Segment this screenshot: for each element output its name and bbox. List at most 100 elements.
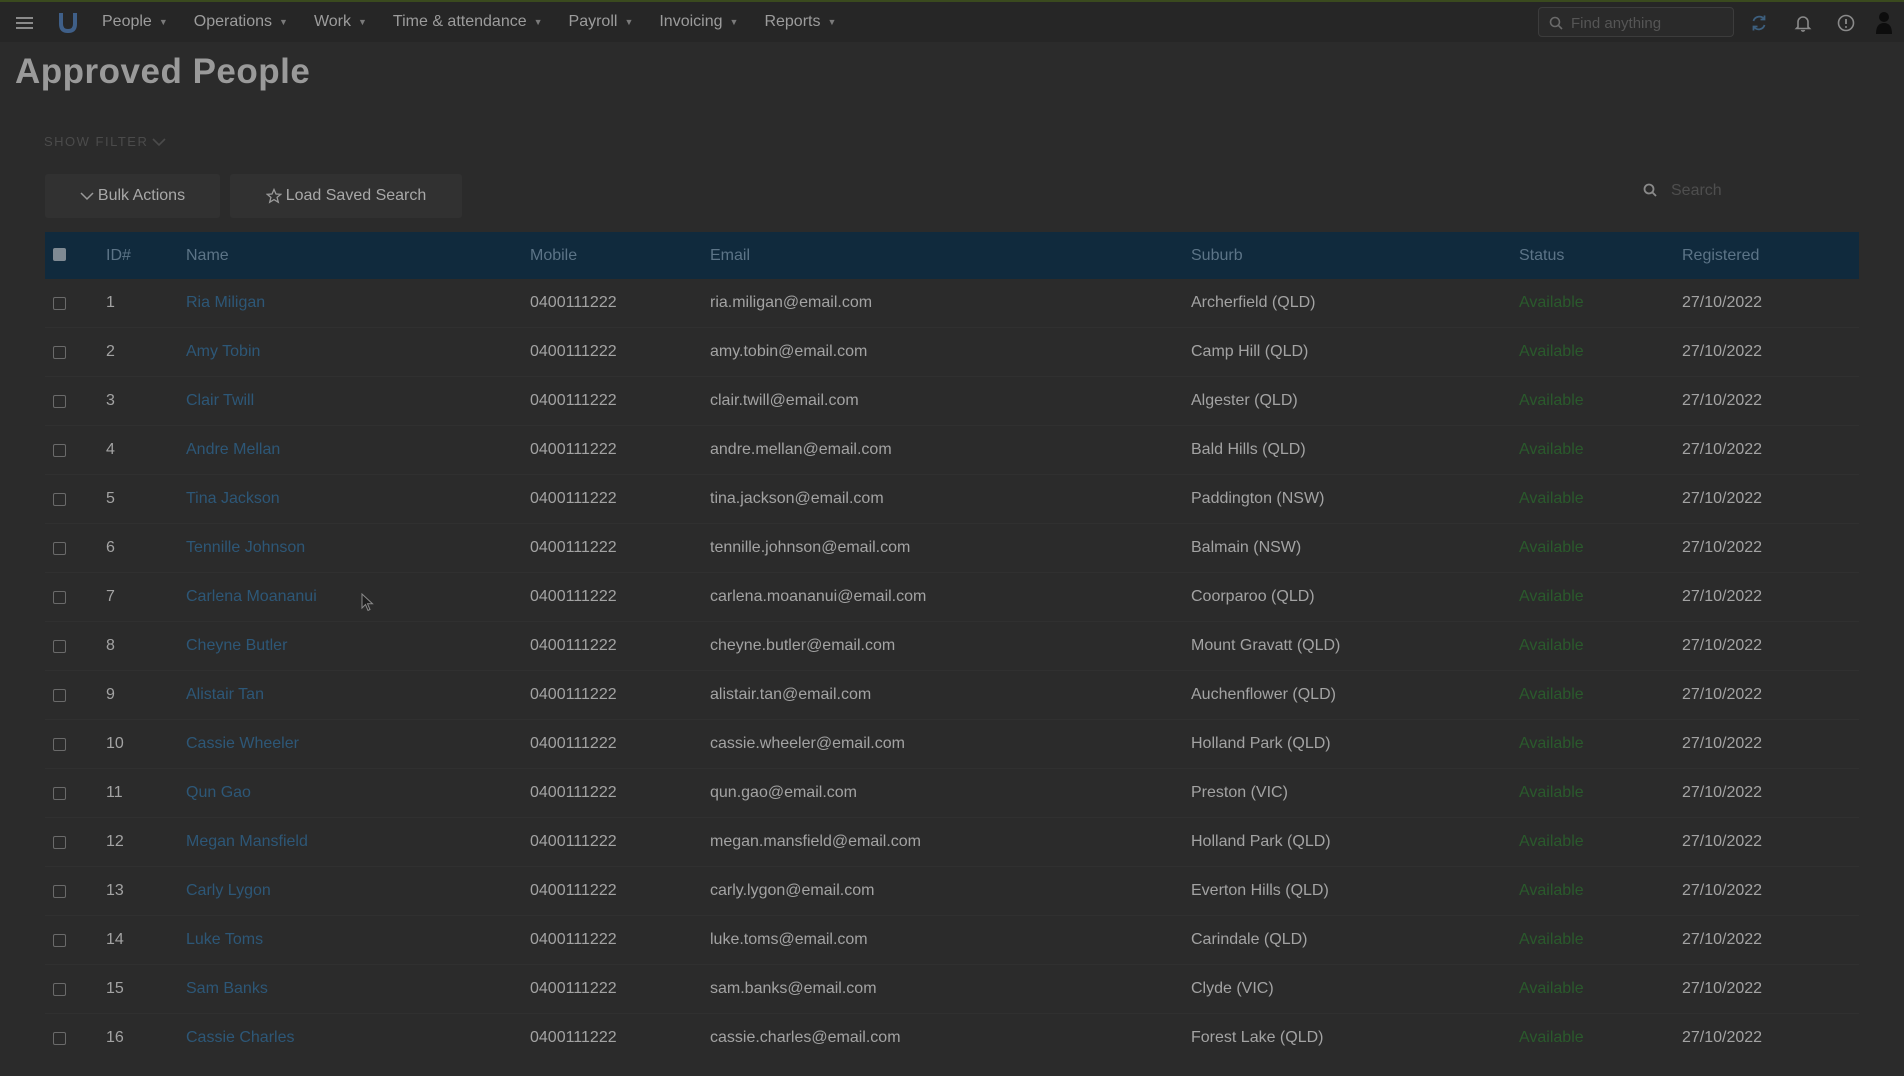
row-email: andre.mellan@email.com bbox=[710, 441, 892, 458]
user-icon[interactable] bbox=[1874, 10, 1894, 36]
table-row[interactable]: 13 Carly Lygon 0400111222 carly.lygon@email… bbox=[45, 867, 1859, 916]
row-id: 12 bbox=[106, 833, 124, 850]
nav-payroll[interactable]: Payroll ▼ bbox=[569, 13, 634, 31]
table-row[interactable]: 15 Sam Banks 0400111222 sam.banks@email.com… bbox=[45, 965, 1859, 1014]
row-id: 1 bbox=[106, 294, 115, 311]
row-checkbox[interactable] bbox=[53, 738, 66, 751]
person-name-link[interactable]: Andre Mellan bbox=[186, 426, 280, 474]
column-header-suburb[interactable]: Suburb bbox=[1191, 232, 1243, 279]
row-mobile: 0400111222 bbox=[530, 637, 617, 654]
table-row[interactable]: 6 Tennille Johnson 0400111222 tennille.john… bbox=[45, 524, 1859, 573]
show-filter-toggle[interactable]: SHOW FILTER bbox=[44, 134, 166, 149]
row-checkbox[interactable] bbox=[53, 395, 66, 408]
table-row[interactable]: 8 Cheyne Butler 0400111222 cheyne.butler@em… bbox=[45, 622, 1859, 671]
global-search-input[interactable] bbox=[1569, 11, 1733, 35]
chevron-down-icon bbox=[152, 137, 166, 146]
row-checkbox[interactable] bbox=[53, 689, 66, 702]
column-header-registered[interactable]: Registered bbox=[1682, 232, 1759, 279]
person-name-link[interactable]: Tina Jackson bbox=[186, 475, 280, 523]
row-checkbox[interactable] bbox=[53, 297, 66, 310]
row-suburb: Auchenflower (QLD) bbox=[1191, 686, 1336, 703]
row-suburb: Holland Park (QLD) bbox=[1191, 833, 1331, 850]
status-badge: Available bbox=[1519, 1029, 1584, 1046]
row-checkbox[interactable] bbox=[53, 444, 66, 457]
row-checkbox[interactable] bbox=[53, 640, 66, 653]
table-row[interactable]: 4 Andre Mellan 0400111222 andre.mellan@emai… bbox=[45, 426, 1859, 475]
nav-label: Payroll bbox=[568, 13, 618, 30]
nav-reports[interactable]: Reports ▼ bbox=[764, 13, 836, 31]
row-id: 8 bbox=[106, 637, 115, 654]
table-row[interactable]: 9 Alistair Tan 0400111222 alistair.tan@emai… bbox=[45, 671, 1859, 720]
column-header-mobile[interactable]: Mobile bbox=[530, 232, 577, 279]
person-name-link[interactable]: Alistair Tan bbox=[186, 671, 264, 719]
table-body: 1 Ria Miligan 0400111222 ria.miligan@email.… bbox=[45, 279, 1859, 1063]
table-row[interactable]: 16 Cassie Charles 0400111222 cassie.charles… bbox=[45, 1014, 1859, 1063]
help-icon[interactable] bbox=[1836, 13, 1856, 33]
person-name-link[interactable]: Sam Banks bbox=[186, 965, 268, 1013]
person-name-link[interactable]: Amy Tobin bbox=[186, 328, 260, 376]
row-suburb: Bald Hills (QLD) bbox=[1191, 441, 1306, 458]
table-search-input[interactable] bbox=[1669, 178, 1853, 204]
column-header-id[interactable]: ID# bbox=[106, 232, 131, 279]
row-checkbox[interactable] bbox=[53, 836, 66, 849]
person-name-link[interactable]: Clair Twill bbox=[186, 377, 254, 425]
row-checkbox[interactable] bbox=[53, 493, 66, 506]
row-checkbox[interactable] bbox=[53, 983, 66, 996]
chevron-down-icon: ▼ bbox=[827, 17, 837, 27]
row-suburb: Preston (VIC) bbox=[1191, 784, 1288, 801]
nav-operations[interactable]: Operations ▼ bbox=[194, 13, 288, 31]
select-all-checkbox[interactable] bbox=[53, 248, 66, 261]
row-checkbox[interactable] bbox=[53, 934, 66, 947]
person-name-link[interactable]: Carlena Moananui bbox=[186, 573, 317, 621]
table-row[interactable]: 2 Amy Tobin 0400111222 amy.tobin@email.com C… bbox=[45, 328, 1859, 377]
status-badge: Available bbox=[1519, 441, 1584, 458]
table-row[interactable]: 14 Luke Toms 0400111222 luke.toms@email.com… bbox=[45, 916, 1859, 965]
nav-people[interactable]: People ▼ bbox=[102, 13, 168, 31]
row-checkbox[interactable] bbox=[53, 346, 66, 359]
logo[interactable] bbox=[58, 11, 78, 33]
refresh-icon[interactable] bbox=[1749, 13, 1769, 33]
page-title: Approved People bbox=[15, 52, 311, 91]
nav-work[interactable]: Work ▼ bbox=[314, 13, 367, 31]
row-id: 11 bbox=[106, 784, 123, 801]
person-name-link[interactable]: Tennille Johnson bbox=[186, 524, 305, 572]
column-header-email[interactable]: Email bbox=[710, 232, 750, 279]
row-mobile: 0400111222 bbox=[530, 343, 617, 360]
table-row[interactable]: 12 Megan Mansfield 0400111222 megan.mansfie… bbox=[45, 818, 1859, 867]
bell-icon[interactable] bbox=[1793, 13, 1813, 33]
table-row[interactable]: 10 Cassie Wheeler 0400111222 cassie.wheeler… bbox=[45, 720, 1859, 769]
person-name-link[interactable]: Cassie Wheeler bbox=[186, 720, 299, 768]
row-mobile: 0400111222 bbox=[530, 784, 617, 801]
menu-icon[interactable] bbox=[16, 14, 33, 30]
table-row[interactable]: 3 Clair Twill 0400111222 clair.twill@email.… bbox=[45, 377, 1859, 426]
row-checkbox[interactable] bbox=[53, 787, 66, 800]
status-badge: Available bbox=[1519, 735, 1584, 752]
person-name-link[interactable]: Carly Lygon bbox=[186, 867, 271, 915]
table-row[interactable]: 5 Tina Jackson 0400111222 tina.jackson@emai… bbox=[45, 475, 1859, 524]
chevron-down-icon bbox=[80, 192, 94, 201]
row-email: carlena.moananui@email.com bbox=[710, 588, 927, 605]
column-header-name[interactable]: Name bbox=[186, 232, 229, 279]
table-header: ID# Name Mobile Email Suburb Status Regi… bbox=[45, 232, 1859, 279]
person-name-link[interactable]: Qun Gao bbox=[186, 769, 251, 817]
person-name-link[interactable]: Cheyne Butler bbox=[186, 622, 287, 670]
nav-time-attendance[interactable]: Time & attendance ▼ bbox=[393, 13, 543, 31]
bulk-actions-button[interactable]: Bulk Actions bbox=[45, 174, 220, 218]
row-mobile: 0400111222 bbox=[530, 980, 617, 997]
load-saved-search-button[interactable]: Load Saved Search bbox=[230, 174, 462, 218]
table-row[interactable]: 1 Ria Miligan 0400111222 ria.miligan@email.… bbox=[45, 279, 1859, 328]
person-name-link[interactable]: Luke Toms bbox=[186, 916, 263, 964]
nav-invoicing[interactable]: Invoicing ▼ bbox=[659, 13, 738, 31]
row-checkbox[interactable] bbox=[53, 1032, 66, 1045]
row-checkbox[interactable] bbox=[53, 591, 66, 604]
nav-label: Time & attendance bbox=[392, 13, 527, 30]
person-name-link[interactable]: Megan Mansfield bbox=[186, 818, 308, 866]
table-row[interactable]: 11 Qun Gao 0400111222 qun.gao@email.com Pres… bbox=[45, 769, 1859, 818]
person-name-link[interactable]: Cassie Charles bbox=[186, 1014, 294, 1062]
person-name-link[interactable]: Ria Miligan bbox=[186, 279, 265, 327]
row-checkbox[interactable] bbox=[53, 542, 66, 555]
column-header-status[interactable]: Status bbox=[1519, 232, 1564, 279]
table-row[interactable]: 7 Carlena Moananui 0400111222 carlena.moana… bbox=[45, 573, 1859, 622]
row-mobile: 0400111222 bbox=[530, 392, 617, 409]
row-checkbox[interactable] bbox=[53, 885, 66, 898]
